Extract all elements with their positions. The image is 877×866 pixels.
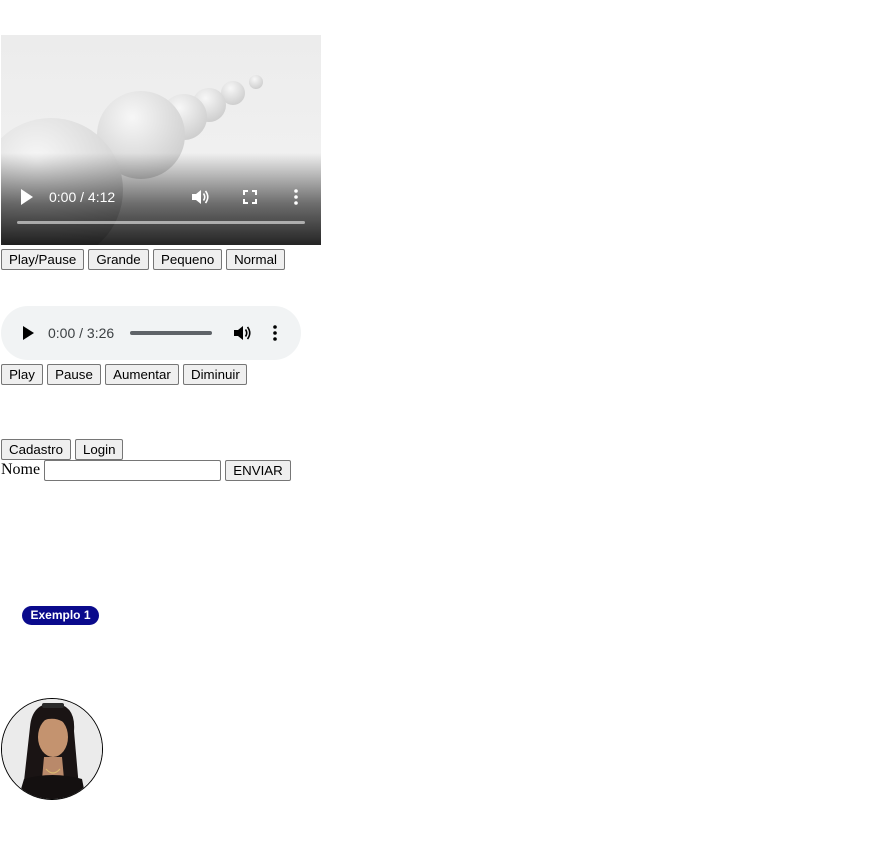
volume-icon[interactable] bbox=[192, 189, 210, 205]
avatar-photo bbox=[2, 699, 102, 799]
aumentar-button[interactable]: Aumentar bbox=[105, 364, 179, 385]
enviar-button[interactable]: ENVIAR bbox=[225, 460, 291, 481]
video-player[interactable]: 0:00 / 4:12 bbox=[1, 35, 321, 245]
diminuir-button[interactable]: Diminuir bbox=[183, 364, 247, 385]
cadastro-button[interactable]: Cadastro bbox=[1, 439, 71, 460]
fullscreen-icon[interactable] bbox=[243, 190, 257, 204]
play-icon[interactable] bbox=[20, 189, 34, 205]
exemplo-badge: Exemplo 1 bbox=[22, 606, 99, 625]
pause-button[interactable]: Pause bbox=[47, 364, 101, 385]
normal-button[interactable]: Normal bbox=[226, 249, 285, 270]
more-options-icon[interactable] bbox=[294, 189, 298, 205]
audio-player[interactable]: 0:00 / 3:26 bbox=[1, 306, 301, 360]
avatar bbox=[1, 698, 103, 800]
audio-time: 0:00 / 3:26 bbox=[48, 325, 115, 341]
nome-input[interactable] bbox=[44, 460, 221, 481]
nome-label: Nome bbox=[1, 461, 41, 478]
audio-progress-bar[interactable] bbox=[130, 331, 212, 335]
more-options-icon[interactable] bbox=[273, 325, 277, 341]
play-icon[interactable] bbox=[23, 326, 34, 340]
play-button[interactable]: Play bbox=[1, 364, 43, 385]
video-progress-bar[interactable] bbox=[17, 221, 305, 224]
video-time: 0:00 / 4:12 bbox=[49, 189, 116, 205]
volume-icon[interactable] bbox=[234, 325, 252, 341]
pequeno-button[interactable]: Pequeno bbox=[153, 249, 222, 270]
login-button[interactable]: Login bbox=[75, 439, 123, 460]
grande-button[interactable]: Grande bbox=[88, 249, 149, 270]
play-pause-button[interactable]: Play/Pause bbox=[1, 249, 84, 270]
